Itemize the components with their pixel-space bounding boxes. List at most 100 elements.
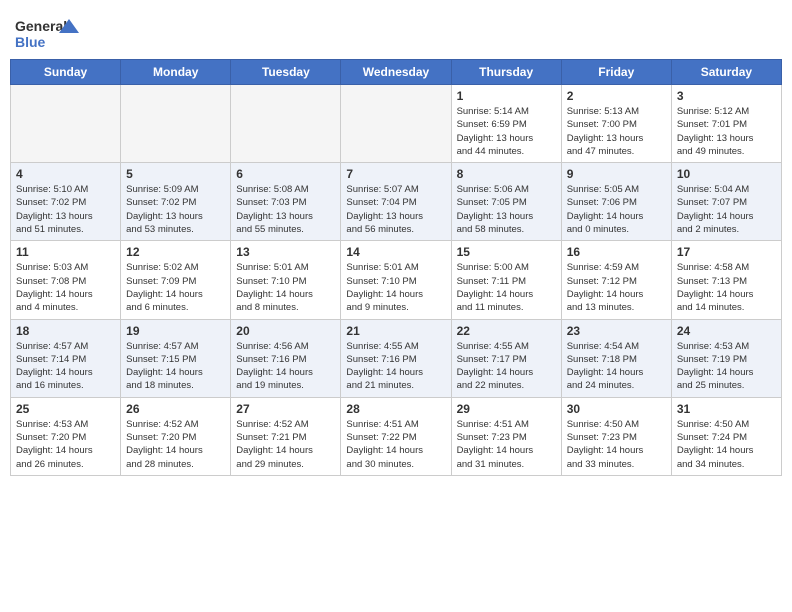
day-number: 30 — [567, 402, 666, 416]
week-row-3: 11 Sunrise: 5:03 AM Sunset: 7:08 PM Dayli… — [11, 241, 782, 319]
calendar-cell: 20 Sunrise: 4:56 AM Sunset: 7:16 PM Dayli… — [231, 319, 341, 397]
calendar-cell — [341, 85, 451, 163]
day-number: 2 — [567, 89, 666, 103]
day-info: Sunrise: 4:56 AM Sunset: 7:16 PM Dayligh… — [236, 340, 335, 393]
calendar-cell: 6Sunrise: 5:08 AM Sunset: 7:03 PM Daylig… — [231, 163, 341, 241]
day-info: Sunrise: 4:59 AM Sunset: 7:12 PM Dayligh… — [567, 261, 666, 314]
day-number: 25 — [16, 402, 115, 416]
day-info: Sunrise: 4:50 AM Sunset: 7:24 PM Dayligh… — [677, 418, 776, 471]
day-number: 22 — [457, 324, 556, 338]
day-info: Sunrise: 5:12 AM Sunset: 7:01 PM Dayligh… — [677, 105, 776, 158]
day-number: 20 — [236, 324, 335, 338]
day-header-friday: Friday — [561, 60, 671, 85]
day-info: Sunrise: 4:55 AM Sunset: 7:16 PM Dayligh… — [346, 340, 445, 393]
svg-text:General: General — [15, 18, 67, 34]
calendar-cell: 29 Sunrise: 4:51 AM Sunset: 7:23 PM Dayli… — [451, 397, 561, 475]
day-header-wednesday: Wednesday — [341, 60, 451, 85]
calendar-header-row: SundayMondayTuesdayWednesdayThursdayFrid… — [11, 60, 782, 85]
day-number: 3 — [677, 89, 776, 103]
day-info: Sunrise: 4:50 AM Sunset: 7:23 PM Dayligh… — [567, 418, 666, 471]
week-row-5: 25 Sunrise: 4:53 AM Sunset: 7:20 PM Dayli… — [11, 397, 782, 475]
day-number: 26 — [126, 402, 225, 416]
day-number: 14 — [346, 245, 445, 259]
calendar-cell: 27Sunrise: 4:52 AM Sunset: 7:21 PM Dayli… — [231, 397, 341, 475]
day-number: 27 — [236, 402, 335, 416]
calendar-cell: 3 Sunrise: 5:12 AM Sunset: 7:01 PM Daylig… — [671, 85, 781, 163]
logo-svg: GeneralBlue — [15, 15, 85, 51]
day-number: 5 — [126, 167, 225, 181]
day-number: 31 — [677, 402, 776, 416]
day-info: Sunrise: 5:13 AM Sunset: 7:00 PM Dayligh… — [567, 105, 666, 158]
calendar-cell: 8 Sunrise: 5:06 AM Sunset: 7:05 PM Daylig… — [451, 163, 561, 241]
svg-text:Blue: Blue — [15, 34, 46, 50]
calendar-cell — [231, 85, 341, 163]
day-number: 15 — [457, 245, 556, 259]
calendar-cell: 25 Sunrise: 4:53 AM Sunset: 7:20 PM Dayli… — [11, 397, 121, 475]
day-number: 8 — [457, 167, 556, 181]
calendar-cell: 19 Sunrise: 4:57 AM Sunset: 7:15 PM Dayli… — [121, 319, 231, 397]
day-number: 7 — [346, 167, 445, 181]
calendar-cell: 9 Sunrise: 5:05 AM Sunset: 7:06 PM Daylig… — [561, 163, 671, 241]
calendar-cell: 10 Sunrise: 5:04 AM Sunset: 7:07 PM Dayli… — [671, 163, 781, 241]
day-number: 23 — [567, 324, 666, 338]
day-info: Sunrise: 5:01 AM Sunset: 7:10 PM Dayligh… — [346, 261, 445, 314]
day-number: 18 — [16, 324, 115, 338]
day-number: 29 — [457, 402, 556, 416]
day-info: Sunrise: 5:07 AM Sunset: 7:04 PM Dayligh… — [346, 183, 445, 236]
day-number: 10 — [677, 167, 776, 181]
calendar-cell: 16 Sunrise: 4:59 AM Sunset: 7:12 PM Dayli… — [561, 241, 671, 319]
day-info: Sunrise: 5:06 AM Sunset: 7:05 PM Dayligh… — [457, 183, 556, 236]
day-number: 17 — [677, 245, 776, 259]
day-number: 13 — [236, 245, 335, 259]
day-info: Sunrise: 4:54 AM Sunset: 7:18 PM Dayligh… — [567, 340, 666, 393]
day-info: Sunrise: 4:53 AM Sunset: 7:20 PM Dayligh… — [16, 418, 115, 471]
day-info: Sunrise: 5:02 AM Sunset: 7:09 PM Dayligh… — [126, 261, 225, 314]
week-row-1: 1 Sunrise: 5:14 AM Sunset: 6:59 PM Daylig… — [11, 85, 782, 163]
day-info: Sunrise: 4:52 AM Sunset: 7:20 PM Dayligh… — [126, 418, 225, 471]
day-info: Sunrise: 4:51 AM Sunset: 7:22 PM Dayligh… — [346, 418, 445, 471]
day-number: 19 — [126, 324, 225, 338]
day-number: 1 — [457, 89, 556, 103]
day-info: Sunrise: 5:10 AM Sunset: 7:02 PM Dayligh… — [16, 183, 115, 236]
day-info: Sunrise: 4:51 AM Sunset: 7:23 PM Dayligh… — [457, 418, 556, 471]
day-info: Sunrise: 4:58 AM Sunset: 7:13 PM Dayligh… — [677, 261, 776, 314]
day-info: Sunrise: 5:04 AM Sunset: 7:07 PM Dayligh… — [677, 183, 776, 236]
calendar-cell: 22Sunrise: 4:55 AM Sunset: 7:17 PM Dayli… — [451, 319, 561, 397]
calendar-cell: 14 Sunrise: 5:01 AM Sunset: 7:10 PM Dayli… — [341, 241, 451, 319]
calendar-cell: 13 Sunrise: 5:01 AM Sunset: 7:10 PM Dayli… — [231, 241, 341, 319]
day-number: 12 — [126, 245, 225, 259]
day-number: 11 — [16, 245, 115, 259]
calendar-cell: 24 Sunrise: 4:53 AM Sunset: 7:19 PM Dayli… — [671, 319, 781, 397]
day-number: 24 — [677, 324, 776, 338]
day-info: Sunrise: 5:05 AM Sunset: 7:06 PM Dayligh… — [567, 183, 666, 236]
day-header-thursday: Thursday — [451, 60, 561, 85]
logo: GeneralBlue — [15, 15, 85, 51]
calendar-cell: 5 Sunrise: 5:09 AM Sunset: 7:02 PM Daylig… — [121, 163, 231, 241]
calendar-cell: 7 Sunrise: 5:07 AM Sunset: 7:04 PM Daylig… — [341, 163, 451, 241]
calendar-cell: 1 Sunrise: 5:14 AM Sunset: 6:59 PM Daylig… — [451, 85, 561, 163]
day-info: Sunrise: 5:14 AM Sunset: 6:59 PM Dayligh… — [457, 105, 556, 158]
day-number: 21 — [346, 324, 445, 338]
calendar-cell: 26 Sunrise: 4:52 AM Sunset: 7:20 PM Dayli… — [121, 397, 231, 475]
week-row-4: 18Sunrise: 4:57 AM Sunset: 7:14 PM Dayli… — [11, 319, 782, 397]
day-info: Sunrise: 4:53 AM Sunset: 7:19 PM Dayligh… — [677, 340, 776, 393]
calendar-cell: 23 Sunrise: 4:54 AM Sunset: 7:18 PM Dayli… — [561, 319, 671, 397]
day-number: 28 — [346, 402, 445, 416]
day-number: 4 — [16, 167, 115, 181]
day-info: Sunrise: 4:57 AM Sunset: 7:15 PM Dayligh… — [126, 340, 225, 393]
calendar-table: SundayMondayTuesdayWednesdayThursdayFrid… — [10, 59, 782, 476]
day-number: 9 — [567, 167, 666, 181]
calendar-cell: 17 Sunrise: 4:58 AM Sunset: 7:13 PM Dayli… — [671, 241, 781, 319]
day-header-sunday: Sunday — [11, 60, 121, 85]
calendar-cell: 18Sunrise: 4:57 AM Sunset: 7:14 PM Dayli… — [11, 319, 121, 397]
day-info: Sunrise: 5:01 AM Sunset: 7:10 PM Dayligh… — [236, 261, 335, 314]
day-info: Sunrise: 5:00 AM Sunset: 7:11 PM Dayligh… — [457, 261, 556, 314]
day-number: 16 — [567, 245, 666, 259]
day-header-saturday: Saturday — [671, 60, 781, 85]
day-info: Sunrise: 5:03 AM Sunset: 7:08 PM Dayligh… — [16, 261, 115, 314]
day-info: Sunrise: 5:09 AM Sunset: 7:02 PM Dayligh… — [126, 183, 225, 236]
calendar-cell: 4 Sunrise: 5:10 AM Sunset: 7:02 PM Daylig… — [11, 163, 121, 241]
calendar-cell: 12 Sunrise: 5:02 AM Sunset: 7:09 PM Dayli… — [121, 241, 231, 319]
calendar-cell — [121, 85, 231, 163]
calendar-cell: 21 Sunrise: 4:55 AM Sunset: 7:16 PM Dayli… — [341, 319, 451, 397]
